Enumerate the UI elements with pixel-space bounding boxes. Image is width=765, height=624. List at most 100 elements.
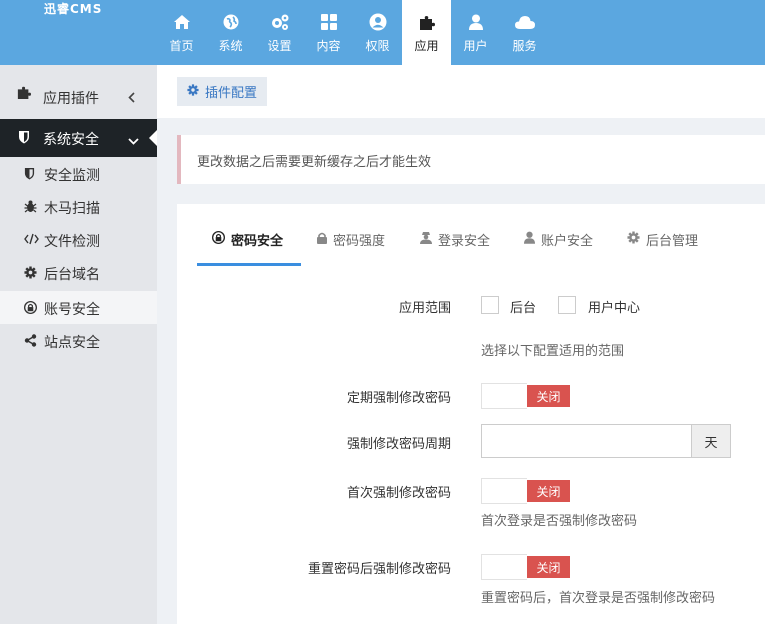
nav-permission[interactable]: 权限 (353, 0, 402, 65)
sidebar-item-plugins[interactable]: 应用插件 (0, 65, 157, 119)
puzzle-icon (418, 13, 436, 31)
gear-icon (627, 231, 646, 248)
shield-icon (18, 130, 30, 148)
toggle-track (481, 554, 527, 580)
sidebar-item-label: 木马扫描 (44, 201, 100, 217)
tab-label: 密码安全 (231, 234, 284, 249)
chevron-down-icon (128, 133, 139, 149)
sidebar-item-label: 文件检测 (44, 234, 100, 250)
first-login-toggle[interactable]: 关闭 (481, 478, 571, 504)
checkbox-admin-label: 后台 (510, 301, 537, 316)
settings-panel: 密码安全 密码强度 登录安全 账户安全 后台管理 应用范围 后台 用户中心 选择… (177, 204, 765, 624)
sidebar-item-monitor[interactable]: 安全监测 (0, 157, 157, 190)
alert-notice: 更改数据之后需要更新缓存之后才能生效 (177, 135, 765, 184)
nav-users[interactable]: 用户 (451, 0, 500, 65)
sidebar-item-label: 站点安全 (44, 335, 100, 351)
nav-settings[interactable]: 设置 (255, 0, 304, 65)
after-reset-toggle[interactable]: 关闭 (481, 554, 571, 580)
tab-password-strength[interactable]: 密码强度 (317, 230, 385, 249)
period-unit: 天 (691, 424, 731, 458)
nav-label: 权限 (365, 39, 390, 53)
sidebar-item-label: 安全监测 (44, 168, 100, 184)
nav-label: 应用 (414, 39, 439, 53)
period-input[interactable] (481, 424, 692, 458)
sidebar-item-site-security[interactable]: 站点安全 (0, 324, 157, 357)
toggle-off-label: 关闭 (527, 480, 570, 502)
first-login-help: 首次登录是否强制修改密码 (481, 514, 638, 529)
cogs-icon (270, 13, 290, 31)
tab-password-security[interactable]: 密码安全 (211, 230, 284, 249)
sidebar: 应用插件 系统安全 安全监测 木马扫描 文件检测 后台域名 账号安全 站点安全 (0, 65, 157, 624)
active-indicator (149, 130, 157, 146)
nav-apps[interactable]: 应用 (402, 0, 451, 65)
breadcrumb-plugin-config[interactable]: 插件配置 (177, 77, 268, 106)
breadcrumb-label: 插件配置 (205, 86, 258, 101)
tab-login-security[interactable]: 登录安全 (420, 230, 490, 249)
tab-label: 账户安全 (541, 234, 594, 249)
tab-label: 登录安全 (438, 234, 491, 249)
active-tab-indicator (197, 263, 301, 266)
shield-icon (24, 167, 35, 184)
top-nav: 首页 系统 设置 内容 权限 应用 用户 服务 (157, 0, 549, 65)
gear-icon (24, 266, 37, 283)
sidebar-item-file-check[interactable]: 文件检测 (0, 223, 157, 256)
grid-icon (320, 13, 337, 31)
alert-text: 更改数据之后需要更新缓存之后才能生效 (197, 155, 432, 170)
periodic-change-label: 定期强制修改密码 (346, 391, 451, 406)
nav-services[interactable]: 服务 (500, 0, 549, 65)
period-label: 强制修改密码周期 (346, 437, 451, 452)
home-icon (173, 13, 191, 31)
periodic-change-toggle[interactable]: 关闭 (481, 383, 571, 409)
nav-label: 用户 (463, 39, 488, 53)
gear-icon (187, 83, 205, 100)
tab-label: 密码强度 (333, 234, 386, 249)
sidebar-item-security[interactable]: 系统安全 (0, 119, 157, 157)
sidebar-item-label: 后台域名 (44, 267, 100, 283)
checkbox-admin[interactable] (481, 296, 499, 314)
scope-label: 应用范围 (398, 301, 451, 316)
nav-label: 系统 (218, 39, 243, 53)
nav-home[interactable]: 首页 (157, 0, 206, 65)
scope-help: 选择以下配置适用的范围 (481, 344, 625, 359)
app-logo[interactable]: 迅睿CMS (44, 0, 102, 17)
after-reset-help: 重置密码后，首次登录是否强制修改密码 (481, 591, 716, 606)
user-icon (468, 13, 483, 31)
nav-content[interactable]: 内容 (304, 0, 353, 65)
globe-icon (223, 13, 239, 31)
nav-system[interactable]: 系统 (206, 0, 255, 65)
first-login-label: 首次强制修改密码 (346, 486, 451, 501)
sidebar-item-label: 账号安全 (44, 302, 100, 318)
nav-label: 服务 (512, 39, 537, 53)
tab-label: 后台管理 (646, 234, 699, 249)
breadcrumb-bar: 插件配置 (157, 65, 765, 118)
tab-account-security[interactable]: 账户安全 (524, 230, 593, 249)
checkbox-user-center-label: 用户中心 (588, 301, 641, 316)
sidebar-item-account-security[interactable]: 账号安全 (0, 291, 157, 324)
lock-circle-icon (211, 230, 231, 248)
sidebar-item-trojan-scan[interactable]: 木马扫描 (0, 190, 157, 223)
tab-bar: 密码安全 密码强度 登录安全 账户安全 后台管理 (177, 204, 765, 266)
cloud-icon (514, 13, 535, 31)
tab-admin-management[interactable]: 后台管理 (627, 230, 698, 249)
toggle-off-label: 关闭 (527, 385, 570, 407)
lock-icon (317, 232, 333, 248)
toggle-track (481, 383, 527, 409)
sidebar-item-label: 系统安全 (43, 132, 99, 148)
sidebar-item-label: 应用插件 (43, 91, 99, 107)
nav-label: 首页 (169, 39, 194, 53)
puzzle-icon (16, 85, 32, 103)
bug-icon (24, 200, 37, 217)
lock-circle-icon (23, 300, 38, 318)
chevron-left-icon (128, 91, 135, 107)
code-icon (24, 233, 39, 249)
user-secret-icon (420, 231, 438, 248)
nav-label: 设置 (267, 39, 292, 53)
user-circle-icon (369, 13, 387, 31)
checkbox-user-center[interactable] (558, 296, 576, 314)
user-icon (524, 231, 541, 248)
top-bar: 迅睿CMS 首页 系统 设置 内容 权限 应用 用户 服务 (0, 0, 765, 65)
toggle-off-label: 关闭 (527, 556, 570, 578)
share-icon (24, 334, 37, 351)
toggle-track (481, 478, 527, 504)
sidebar-item-admin-domain[interactable]: 后台域名 (0, 256, 157, 289)
